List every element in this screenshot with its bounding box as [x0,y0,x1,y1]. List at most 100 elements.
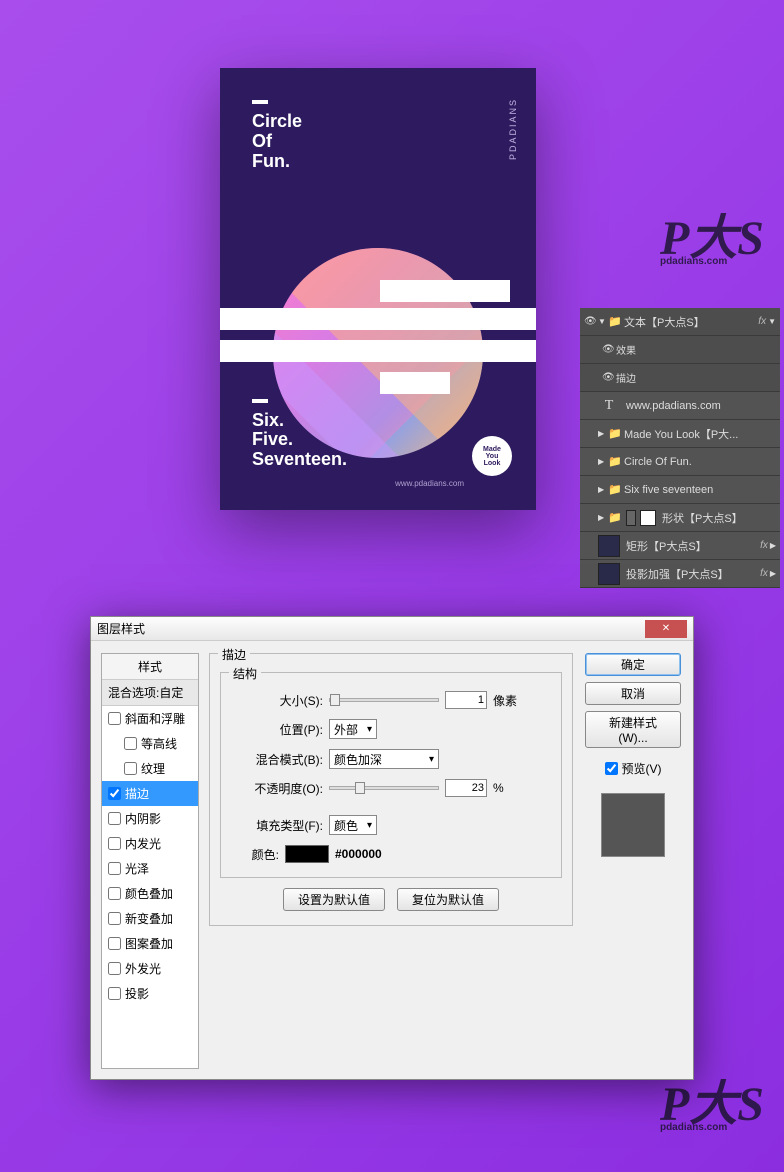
layer-shadow[interactable]: 投影加强【P大点S】 fx ▶ [580,560,780,588]
opacity-slider[interactable] [329,786,439,790]
fill-type-select[interactable]: 颜色 [329,815,377,835]
layer-folder[interactable]: ▶ 📁 Made You Look【P大... [580,420,780,448]
layer-thumb [598,535,620,557]
new-style-button[interactable]: 新建样式(W)... [585,711,681,748]
style-item-color-overlay[interactable]: 颜色叠加 [102,881,198,906]
fx-arrow-icon[interactable]: ▶ [770,569,776,578]
cancel-button[interactable]: 取消 [585,682,681,705]
style-item-bevel[interactable]: 斜面和浮雕 [102,706,198,731]
size-input[interactable] [445,691,487,709]
style-label: 等高线 [141,735,177,752]
visibility-icon[interactable]: 👁 [602,372,616,383]
blend-mode-row: 混合模式(B): 颜色加深 [231,749,551,769]
style-item-gradient-overlay[interactable]: 新变叠加 [102,906,198,931]
title-line: Circle [252,112,504,132]
style-label: 外发光 [125,960,161,977]
size-row: 大小(S): 像素 [231,691,551,709]
preview-checkbox[interactable] [605,762,618,775]
visibility-icon[interactable]: 👁 [584,316,598,327]
layer-label: 形状【P大点S】 [662,510,776,526]
style-checkbox[interactable] [108,912,121,925]
layer-text[interactable]: T www.pdadians.com [580,392,780,420]
layer-label: Made You Look【P大... [624,426,776,442]
expand-arrow-icon[interactable]: ▶ [598,485,608,494]
layer-group-text[interactable]: 👁 ▼ 📁 文本【P大点S】 fx ▼ [580,308,780,336]
fx-arrow-icon[interactable]: ▼ [768,317,776,326]
styles-list[interactable]: 样式 混合选项:自定 斜面和浮雕 等高线 纹理 描边 内阴影 内发光 光泽 颜色… [101,653,199,1069]
style-checkbox[interactable] [108,862,121,875]
style-checkbox[interactable] [108,712,121,725]
blend-label: 混合模式(B): [231,751,323,768]
layer-label: 描边 [616,370,776,385]
folder-icon: 📁 [608,315,624,328]
position-select[interactable]: 外部 [329,719,377,739]
expand-arrow-icon[interactable]: ▶ [598,513,608,522]
layer-thumb [640,510,656,526]
layer-effects[interactable]: 👁 效果 [580,336,780,364]
expand-arrow-icon[interactable]: ▶ [598,429,608,438]
layer-label: Six five seventeen [624,484,776,496]
layers-panel[interactable]: 👁 ▼ 📁 文本【P大点S】 fx ▼ 👁 效果 👁 描边 T www.pdad… [580,308,780,588]
style-item-outer-glow[interactable]: 外发光 [102,956,198,981]
white-stripe [220,340,536,362]
opacity-input[interactable] [445,779,487,797]
style-item-drop-shadow[interactable]: 投影 [102,981,198,1006]
style-label: 投影 [125,985,149,1002]
layer-folder[interactable]: ▶ 📁 Circle Of Fun. [580,448,780,476]
ok-button[interactable]: 确定 [585,653,681,676]
set-default-button[interactable]: 设置为默认值 [283,888,385,911]
folder-icon: 📁 [608,427,624,440]
style-checkbox[interactable] [124,737,137,750]
expand-arrow-icon[interactable]: ▶ [598,457,608,466]
style-item-texture[interactable]: 纹理 [102,756,198,781]
layer-folder[interactable]: ▶ 📁 Six five seventeen [580,476,780,504]
color-swatch[interactable] [285,845,329,863]
layer-style-dialog: 图层样式 ✕ 样式 混合选项:自定 斜面和浮雕 等高线 纹理 描边 内阴影 内发… [90,616,694,1080]
fx-badge[interactable]: fx [760,540,768,551]
dialog-titlebar[interactable]: 图层样式 ✕ [91,617,693,641]
style-checkbox[interactable] [108,987,121,1000]
color-row: 颜色: #000000 [231,845,551,863]
style-label: 图案叠加 [125,935,173,952]
folder-icon: 📁 [608,455,624,468]
reset-default-button[interactable]: 复位为默认值 [397,888,499,911]
style-checkbox[interactable] [108,812,121,825]
style-checkbox[interactable] [108,837,121,850]
blend-mode-select[interactable]: 颜色加深 [329,749,439,769]
white-stripe [220,308,536,330]
accent-bar [252,100,268,104]
style-checkbox[interactable] [108,887,121,900]
style-item-inner-glow[interactable]: 内发光 [102,831,198,856]
style-item-satin[interactable]: 光泽 [102,856,198,881]
title-line: Fun. [252,152,504,172]
layer-stroke-effect[interactable]: 👁 描边 [580,364,780,392]
panel-legend: 描边 [218,646,250,663]
size-slider[interactable] [329,698,439,702]
style-item-inner-shadow[interactable]: 内阴影 [102,806,198,831]
style-checkbox[interactable] [108,787,121,800]
fx-badge[interactable]: fx [758,316,766,327]
title-line: Five. [252,430,347,450]
blend-options-item[interactable]: 混合选项:自定 [102,680,198,706]
text-layer-icon: T [598,395,620,417]
style-item-stroke[interactable]: 描边 [102,781,198,806]
poster-artwork: PDADIANS Circle Of Fun. Six. Five. Seven… [220,68,536,510]
layer-shape-group[interactable]: ▶ 📁 形状【P大点S】 [580,504,780,532]
style-checkbox[interactable] [124,762,137,775]
style-checkbox[interactable] [108,937,121,950]
layer-rect[interactable]: 矩形【P大点S】 fx ▶ [580,532,780,560]
fill-type-label: 填充类型(F): [231,817,323,834]
style-checkbox[interactable] [108,962,121,975]
poster-side-label: PDADIANS [508,98,518,160]
structure-legend: 结构 [229,665,261,682]
visibility-icon[interactable]: 👁 [602,344,616,355]
preview-toggle[interactable]: 预览(V) [605,760,662,777]
style-label: 内发光 [125,835,161,852]
style-item-pattern-overlay[interactable]: 图案叠加 [102,931,198,956]
fx-arrow-icon[interactable]: ▶ [770,541,776,550]
close-button[interactable]: ✕ [645,620,687,638]
expand-arrow-icon[interactable]: ▼ [598,317,608,326]
style-item-contour[interactable]: 等高线 [102,731,198,756]
fx-badge[interactable]: fx [760,568,768,579]
folder-icon: 📁 [608,483,624,496]
